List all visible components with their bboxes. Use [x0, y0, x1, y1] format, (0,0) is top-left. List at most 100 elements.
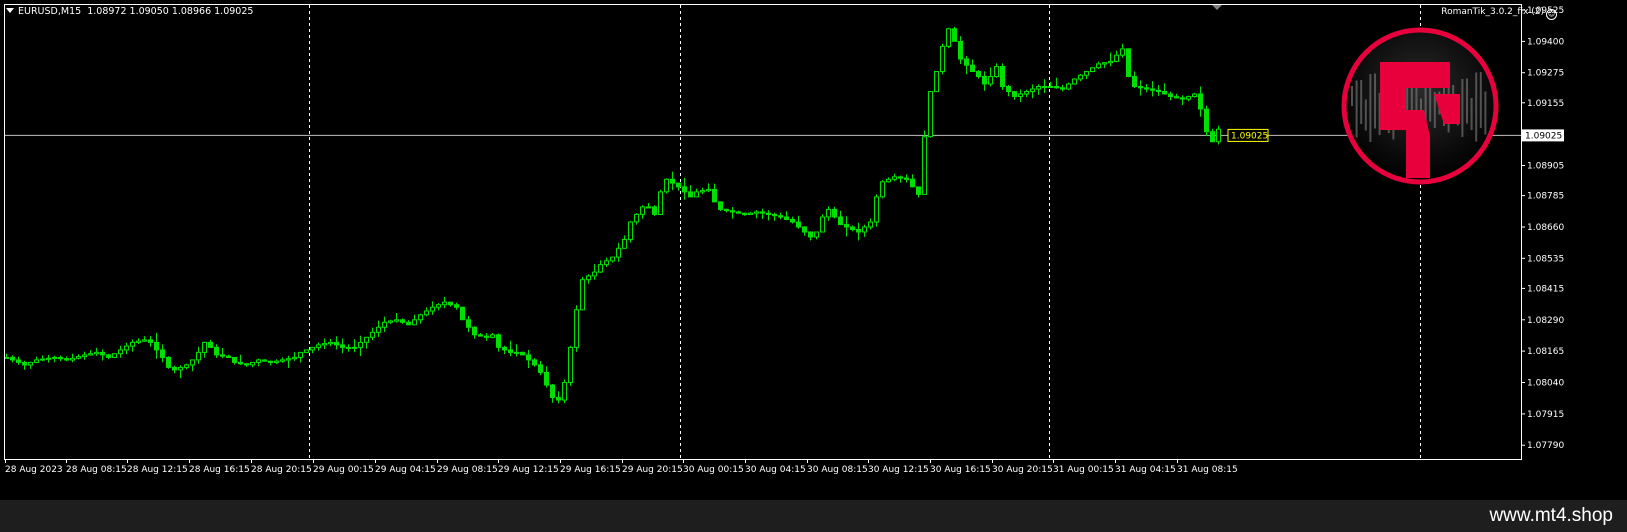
candle-body — [358, 341, 363, 348]
candle — [904, 174, 909, 183]
x-tick-label: 30 Aug 04:15 — [745, 465, 806, 475]
candle — [118, 345, 123, 358]
candle — [1042, 79, 1047, 93]
candle — [64, 356, 69, 362]
candle — [430, 301, 435, 315]
candle-body — [418, 314, 423, 321]
candle — [82, 351, 87, 360]
candle — [934, 71, 939, 93]
candle — [664, 178, 669, 194]
smiley-icon: ☺ — [1546, 9, 1557, 20]
candle — [178, 365, 183, 379]
candle — [76, 354, 81, 360]
candle — [976, 70, 981, 79]
candle-body — [586, 275, 591, 281]
candle-body — [346, 346, 351, 349]
candle — [736, 210, 741, 214]
candle-body — [352, 346, 357, 349]
candle — [298, 351, 303, 363]
candle-body — [22, 361, 27, 366]
candle-body — [580, 279, 585, 311]
candle — [1066, 82, 1071, 91]
candle-body — [262, 359, 267, 362]
candle-body — [304, 349, 309, 353]
candle-body — [1000, 66, 1005, 88]
candle — [352, 339, 357, 353]
candle-body — [94, 351, 99, 355]
candle-body — [1006, 86, 1011, 92]
romantik-logo — [1341, 27, 1499, 185]
candle — [130, 339, 135, 352]
candle — [592, 264, 597, 280]
candle — [826, 206, 831, 221]
candle — [226, 354, 231, 359]
candle — [538, 360, 543, 376]
candle-body — [688, 191, 693, 198]
candle — [154, 332, 159, 359]
candle-body — [736, 211, 741, 214]
candle — [1114, 50, 1119, 63]
candle — [460, 306, 465, 321]
candle — [634, 213, 639, 225]
candle-body — [406, 321, 411, 326]
candle-body — [82, 354, 87, 358]
candle-body — [640, 206, 645, 215]
candle-body — [232, 356, 237, 363]
collapse-triangle-icon[interactable] — [6, 8, 14, 13]
candle-body — [790, 219, 795, 223]
candle — [844, 216, 849, 237]
candle — [802, 226, 807, 236]
candle — [1150, 81, 1155, 97]
candle — [1156, 85, 1161, 96]
chart-shift-marker[interactable] — [1212, 5, 1222, 10]
y-tick-label: 1.07790 — [1527, 441, 1564, 451]
candle-body — [154, 341, 159, 351]
candle — [652, 205, 657, 216]
chart-window[interactable]: 1.095251.094001.092751.091551.090251.089… — [0, 0, 1627, 500]
candle-body — [952, 28, 957, 42]
candle-body — [808, 231, 813, 238]
candle-body — [892, 176, 897, 180]
candle-body — [1012, 91, 1017, 97]
candle-body — [976, 71, 981, 77]
indicator-label[interactable]: RomanTik_3.0.2_fix (2) ☺ — [1441, 7, 1557, 20]
x-tick-label: 28 Aug 2023 — [5, 465, 63, 475]
candle — [112, 353, 117, 359]
candle — [496, 333, 501, 352]
y-tick-label: 1.08040 — [1527, 379, 1564, 389]
price-chart[interactable]: 1.095251.094001.092751.091551.090251.089… — [0, 0, 1627, 500]
candle — [436, 303, 441, 311]
candle-body — [1096, 63, 1101, 69]
candle — [196, 346, 201, 364]
candle-body — [160, 349, 165, 358]
candle-body — [1078, 74, 1083, 80]
candle-body — [724, 208, 729, 212]
candle-body — [592, 271, 597, 277]
candle — [964, 55, 969, 75]
candle — [190, 359, 195, 372]
candle — [286, 355, 291, 368]
candle — [856, 222, 861, 241]
candle — [58, 355, 63, 362]
candle — [994, 63, 999, 78]
candle — [490, 333, 495, 339]
x-tick-label: 30 Aug 00:15 — [683, 465, 744, 475]
candle — [784, 211, 789, 221]
candle-body — [166, 356, 171, 368]
y-tick-label: 1.08415 — [1527, 284, 1564, 294]
candle-body — [832, 208, 837, 218]
candle — [772, 212, 777, 221]
candle-body — [118, 349, 123, 355]
candle-body — [826, 208, 831, 218]
candle-body — [274, 360, 279, 364]
candle — [184, 363, 189, 370]
candle-body — [376, 326, 381, 333]
x-tick-label: 30 Aug 20:15 — [992, 465, 1053, 475]
candle-body — [670, 178, 675, 184]
candle-body — [1030, 88, 1035, 92]
candle — [1144, 84, 1149, 93]
candle-body — [538, 364, 543, 373]
candle-body — [424, 310, 429, 316]
candle-body — [226, 355, 231, 359]
candle-body — [916, 186, 921, 195]
